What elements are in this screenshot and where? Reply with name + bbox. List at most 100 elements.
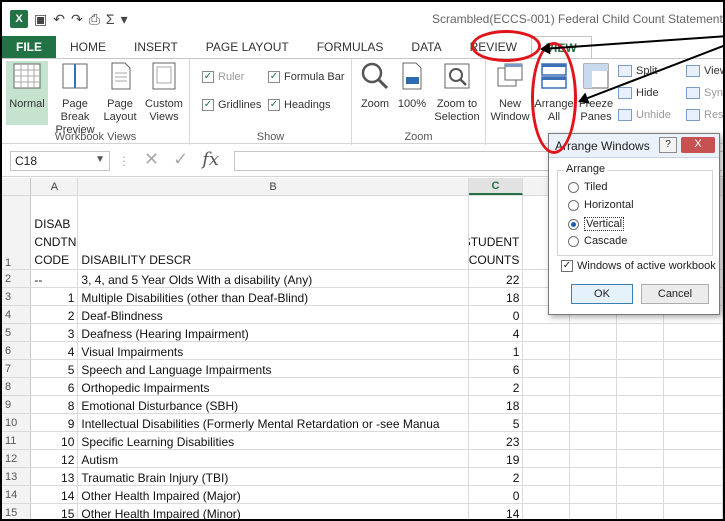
row-header[interactable]: 15 — [2, 504, 32, 519]
cell-disability-descr[interactable]: Emotional Disturbance (SBH) — [78, 396, 469, 413]
empty-cell[interactable] — [664, 342, 723, 359]
split-button[interactable]: Split — [618, 65, 657, 77]
row-header[interactable]: 2 — [2, 270, 32, 287]
help-icon[interactable]: ? — [659, 137, 677, 153]
cell-disab-code[interactable]: 12 — [31, 450, 79, 467]
zoom-to-selection-button[interactable]: Zoom to Selection — [432, 61, 482, 124]
empty-cell[interactable] — [664, 414, 723, 431]
cell-disab-code[interactable]: 8 — [31, 396, 79, 413]
tab-page-layout[interactable]: PAGE LAYOUT — [192, 36, 303, 58]
empty-cell[interactable] — [570, 360, 618, 377]
cell-disab-code[interactable]: 13 — [31, 468, 79, 485]
empty-cell[interactable] — [664, 504, 723, 519]
empty-cell[interactable] — [617, 486, 665, 503]
unhide-button[interactable]: Unhide — [618, 109, 671, 121]
empty-cell[interactable] — [570, 414, 618, 431]
headings-checkbox[interactable]: ✓ Headings — [268, 99, 330, 111]
tab-data[interactable]: DATA — [397, 36, 455, 58]
hide-button[interactable]: Hide — [618, 87, 659, 99]
empty-cell[interactable] — [570, 468, 618, 485]
name-box[interactable]: C18 ▼ — [10, 151, 110, 171]
formula-bar-checkbox[interactable]: ✓ Formula Bar — [268, 71, 345, 83]
empty-cell[interactable] — [617, 414, 665, 431]
column-header-c[interactable]: C — [468, 178, 524, 195]
cell-disab-code[interactable]: 3 — [31, 324, 79, 341]
cell-student-count[interactable]: 14 — [469, 504, 524, 519]
empty-cell[interactable] — [617, 396, 665, 413]
cell-student-count[interactable]: 1 — [469, 342, 524, 359]
ok-button[interactable]: OK — [571, 284, 633, 304]
row-header[interactable]: 14 — [2, 486, 32, 503]
empty-cell[interactable] — [570, 324, 618, 341]
empty-cell[interactable] — [617, 468, 665, 485]
empty-cell[interactable] — [523, 468, 571, 485]
cell-student-count[interactable]: 4 — [469, 324, 524, 341]
gridlines-checkbox[interactable]: ✓ Gridlines — [202, 99, 261, 111]
close-icon[interactable]: X — [681, 137, 715, 153]
cell-disab-code[interactable]: 4 — [31, 342, 79, 359]
cell-student-count[interactable]: 0 — [469, 486, 524, 503]
empty-cell[interactable] — [570, 432, 618, 449]
cancel-button[interactable]: Cancel — [641, 284, 709, 304]
cell-disability-descr[interactable]: Speech and Language Impairments — [78, 360, 469, 377]
cell-disab-code[interactable]: 14 — [31, 486, 79, 503]
normal-view-button[interactable]: Normal — [6, 61, 48, 125]
empty-cell[interactable] — [664, 432, 723, 449]
select-all-corner[interactable] — [2, 178, 32, 195]
empty-cell[interactable] — [664, 468, 723, 485]
cell-student-count[interactable]: 22 — [469, 270, 524, 287]
cell-student-count[interactable]: 2 — [469, 378, 524, 395]
empty-cell[interactable] — [523, 378, 571, 395]
empty-cell[interactable] — [523, 396, 571, 413]
empty-cell[interactable] — [664, 360, 723, 377]
row-header[interactable]: 10 — [2, 414, 32, 431]
radio-horizontal[interactable]: Horizontal — [568, 199, 634, 211]
row-header[interactable]: 6 — [2, 342, 32, 359]
empty-cell[interactable] — [570, 504, 618, 519]
cell-student-count[interactable]: 23 — [469, 432, 524, 449]
cell-disability-descr[interactable]: Deaf-Blindness — [78, 306, 469, 323]
cell-disability-descr[interactable]: Traumatic Brain Injury (TBI) — [78, 468, 469, 485]
enter-check-icon[interactable]: ✓ — [173, 149, 188, 173]
empty-cell[interactable] — [523, 450, 571, 467]
cell-disability-descr[interactable]: Other Health Impaired (Minor) — [78, 504, 469, 519]
sync-scrolling-button[interactable]: Sync — [686, 87, 723, 99]
empty-cell[interactable] — [570, 342, 618, 359]
cell-disability-descr[interactable]: Other Health Impaired (Major) — [78, 486, 469, 503]
empty-cell[interactable] — [664, 324, 723, 341]
header-cell-student-counts[interactable]: STUDENT COUNTS — [469, 196, 524, 269]
reset-position-button[interactable]: Rese — [686, 109, 723, 121]
radio-tiled[interactable]: Tiled — [568, 181, 607, 193]
cell-disab-code[interactable]: 9 — [31, 414, 79, 431]
customize-qat-icon[interactable]: ▾ — [121, 11, 128, 28]
empty-cell[interactable] — [523, 414, 571, 431]
empty-cell[interactable] — [617, 342, 665, 359]
row-header[interactable]: 3 — [2, 288, 32, 305]
empty-cell[interactable] — [523, 342, 571, 359]
column-header-b[interactable]: B — [78, 178, 469, 195]
cell-student-count[interactable]: 18 — [469, 396, 524, 413]
empty-cell[interactable] — [617, 432, 665, 449]
empty-cell[interactable] — [570, 396, 618, 413]
cell-disability-descr[interactable]: Multiple Disabilities (other than Deaf-B… — [78, 288, 469, 305]
cell-disability-descr[interactable]: Autism — [78, 450, 469, 467]
row-header[interactable]: 11 — [2, 432, 32, 449]
row-header[interactable]: 12 — [2, 450, 32, 467]
cell-disab-code[interactable]: 15 — [31, 504, 79, 519]
radio-vertical[interactable]: Vertical — [568, 217, 625, 231]
page-layout-view-button[interactable]: Page Layout — [102, 61, 138, 124]
empty-cell[interactable] — [664, 450, 723, 467]
row-header[interactable]: 9 — [2, 396, 32, 413]
cell-disab-code[interactable]: 10 — [31, 432, 79, 449]
view-side-by-side-button[interactable]: View — [686, 65, 723, 77]
header-cell-disability-descr[interactable]: DISABILITY DESCR — [78, 196, 469, 269]
cell-disability-descr[interactable]: Specific Learning Disabilities — [78, 432, 469, 449]
cell-student-count[interactable]: 2 — [469, 468, 524, 485]
tab-home[interactable]: HOME — [56, 36, 120, 58]
row-header[interactable]: 4 — [2, 306, 32, 323]
empty-cell[interactable] — [523, 324, 571, 341]
empty-cell[interactable] — [617, 360, 665, 377]
empty-cell[interactable] — [664, 396, 723, 413]
custom-views-button[interactable]: Custom Views — [142, 61, 186, 124]
new-window-button[interactable]: New Window — [490, 61, 530, 124]
